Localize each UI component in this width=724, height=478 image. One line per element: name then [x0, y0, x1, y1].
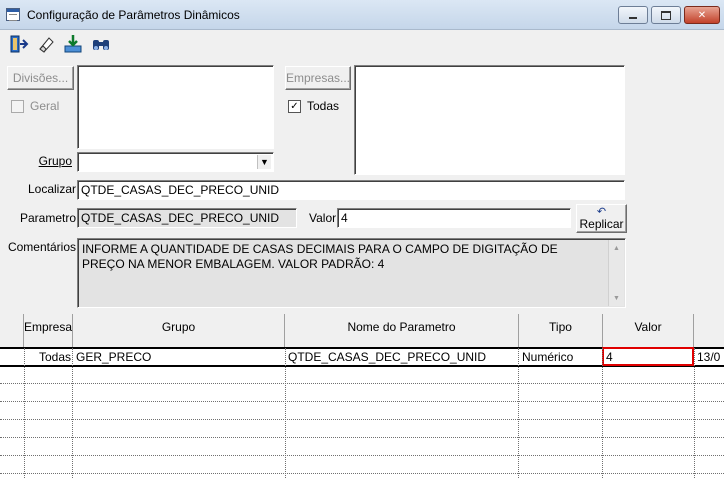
grid-col-line — [285, 348, 286, 478]
cell-nome-parametro[interactable]: QTDE_CASAS_DEC_PRECO_UNID — [288, 350, 517, 366]
parametros-grid[interactable]: Empresa Grupo Nome do Parametro Tipo Val… — [0, 314, 724, 478]
comentarios-label: Comentários — [7, 240, 76, 254]
comentarios-scrollbar[interactable]: ▲ ▼ — [608, 240, 624, 306]
cell-valor-selected[interactable]: 4 — [602, 347, 694, 366]
parametro-label: Parametro — [19, 211, 76, 225]
close-icon: ✕ — [697, 9, 707, 21]
grid-col-line — [72, 348, 73, 478]
search-binoculars-button[interactable] — [88, 31, 114, 57]
binoculars-icon — [93, 40, 109, 50]
maximize-button[interactable] — [651, 6, 681, 24]
empresas-list[interactable] — [354, 65, 625, 175]
app-window-icon — [6, 8, 20, 21]
grid-row-line — [0, 383, 724, 384]
grid-indicator-header — [0, 314, 24, 348]
col-header-valor[interactable]: Valor — [603, 314, 694, 348]
todas-label: Todas — [307, 99, 340, 113]
grid-col-line — [602, 348, 603, 478]
valor-value: 4 — [341, 211, 348, 225]
grid-col-line — [24, 348, 25, 478]
divisoes-button[interactable]: Divisões... — [7, 66, 74, 90]
eraser-icon — [39, 37, 54, 53]
grid-row-line — [0, 419, 724, 420]
valor-input[interactable]: 4 — [337, 208, 571, 228]
divisoes-list[interactable] — [77, 65, 274, 149]
cell-extra[interactable]: 13/0 — [697, 350, 724, 366]
localizar-input[interactable]: QTDE_CASAS_DEC_PRECO_UNID — [77, 180, 625, 200]
col-header-empresa[interactable]: Empresa — [24, 314, 73, 348]
exit-button[interactable] — [6, 31, 32, 57]
empresas-button[interactable]: Empresas... — [285, 66, 351, 90]
check-mark-icon: ✓ — [290, 100, 299, 112]
localizar-label: Localizar — [27, 182, 76, 196]
localizar-value: QTDE_CASAS_DEC_PRECO_UNID — [81, 183, 280, 197]
valor-label: Valor — [309, 211, 337, 225]
grid-row-line — [0, 455, 724, 456]
minimize-icon — [629, 17, 637, 19]
grid-row-line — [0, 473, 724, 474]
grid-row-line — [0, 401, 724, 402]
title-bar[interactable]: Configuração de Parâmetros Dinâmicos ✕ — [0, 0, 724, 30]
minimize-button[interactable] — [618, 6, 648, 24]
chevron-down-icon[interactable]: ▼ — [257, 155, 271, 169]
col-header-nome[interactable]: Nome do Parametro — [285, 314, 519, 348]
close-button[interactable]: ✕ — [684, 6, 720, 24]
save-download-icon — [64, 35, 82, 53]
cell-empresa[interactable]: Todas — [24, 350, 71, 366]
col-header-extra[interactable] — [694, 314, 724, 348]
exit-icon — [10, 35, 29, 53]
eraser-button[interactable] — [33, 31, 59, 57]
cell-grupo[interactable]: GER_PRECO — [76, 350, 283, 366]
col-header-tipo[interactable]: Tipo — [519, 314, 603, 348]
col-header-grupo[interactable]: Grupo — [73, 314, 285, 348]
grupo-label: Grupo — [38, 154, 72, 168]
replicar-button[interactable]: ↶ Replicar — [576, 204, 627, 233]
grid-col-line — [518, 348, 519, 478]
replicar-label: Replicar — [579, 216, 624, 231]
maximize-icon — [661, 10, 671, 20]
grid-row-line — [0, 437, 724, 438]
cell-tipo[interactable]: Numérico — [522, 350, 601, 366]
todas-checkbox[interactable]: ✓ — [288, 100, 301, 113]
save-button[interactable] — [60, 31, 86, 57]
parametro-field: QTDE_CASAS_DEC_PRECO_UNID — [77, 208, 297, 228]
comentarios-text: INFORME A QUANTIDADE DE CASAS DECIMAIS P… — [82, 242, 558, 271]
geral-checkbox[interactable] — [11, 100, 24, 113]
scroll-down-icon[interactable]: ▼ — [613, 295, 620, 302]
parametro-value: QTDE_CASAS_DEC_PRECO_UNID — [81, 211, 280, 225]
undo-arrow-icon: ↶ — [596, 205, 607, 218]
grid-col-line — [694, 348, 695, 478]
comentarios-textarea[interactable]: INFORME A QUANTIDADE DE CASAS DECIMAIS P… — [77, 238, 626, 308]
scroll-up-icon[interactable]: ▲ — [613, 245, 620, 252]
geral-label: Geral — [30, 99, 60, 113]
window-title: Configuração de Parâmetros Dinâmicos — [27, 8, 240, 22]
grupo-select[interactable]: ▼ — [77, 152, 274, 172]
